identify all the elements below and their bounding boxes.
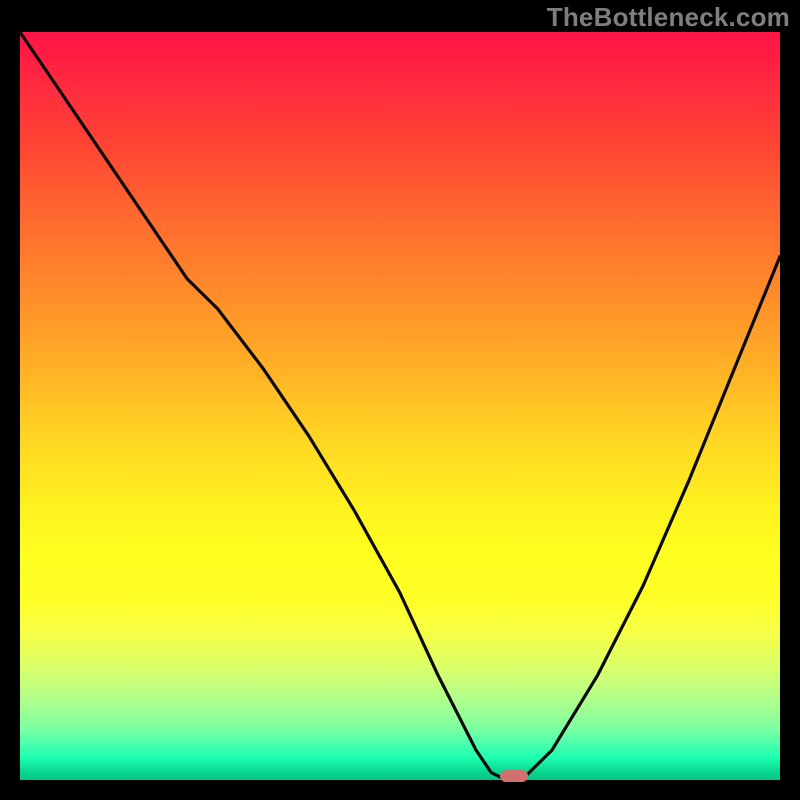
chart-frame: TheBottleneck.com [0,0,800,800]
watermark-text: TheBottleneck.com [547,2,790,33]
plot-area [20,32,780,780]
bottleneck-curve [20,32,780,780]
optimum-marker [500,770,528,782]
